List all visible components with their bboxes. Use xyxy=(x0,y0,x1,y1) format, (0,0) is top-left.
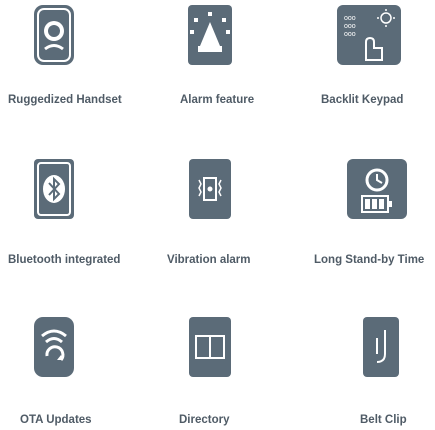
vibration-icon xyxy=(188,158,232,220)
svg-text:ooo: ooo xyxy=(344,15,356,22)
feature-grid: Ruggedized Handset Alarm feature ooo ooo… xyxy=(0,0,435,430)
ota-update-icon xyxy=(33,316,75,378)
feature-label-ruggedized-handset: Ruggedized Handset xyxy=(8,94,122,106)
alarm-icon xyxy=(178,4,242,66)
belt-clip-icon xyxy=(362,316,400,378)
rugged-handset-icon xyxy=(33,4,75,66)
backlit-keypad-icon: ooo ooo ooo xyxy=(336,4,402,66)
feature-label-standby: Long Stand-by Time xyxy=(314,254,425,266)
feature-label-alarm: Alarm feature xyxy=(180,94,255,106)
svg-text:ooo: ooo xyxy=(344,23,356,30)
feature-label-ota: OTA Updates xyxy=(20,414,92,426)
svg-text:ooo: ooo xyxy=(344,31,356,38)
feature-label-belt-clip: Belt Clip xyxy=(360,414,407,426)
directory-book-icon xyxy=(188,316,232,378)
feature-label-backlit-keypad: Backlit Keypad xyxy=(321,94,404,106)
feature-label-vibration: Vibration alarm xyxy=(167,254,251,266)
bluetooth-icon xyxy=(33,158,75,220)
feature-label-bluetooth: Bluetooth integrated xyxy=(8,254,121,266)
feature-label-directory: Directory xyxy=(179,414,230,426)
standby-battery-icon xyxy=(346,158,408,220)
